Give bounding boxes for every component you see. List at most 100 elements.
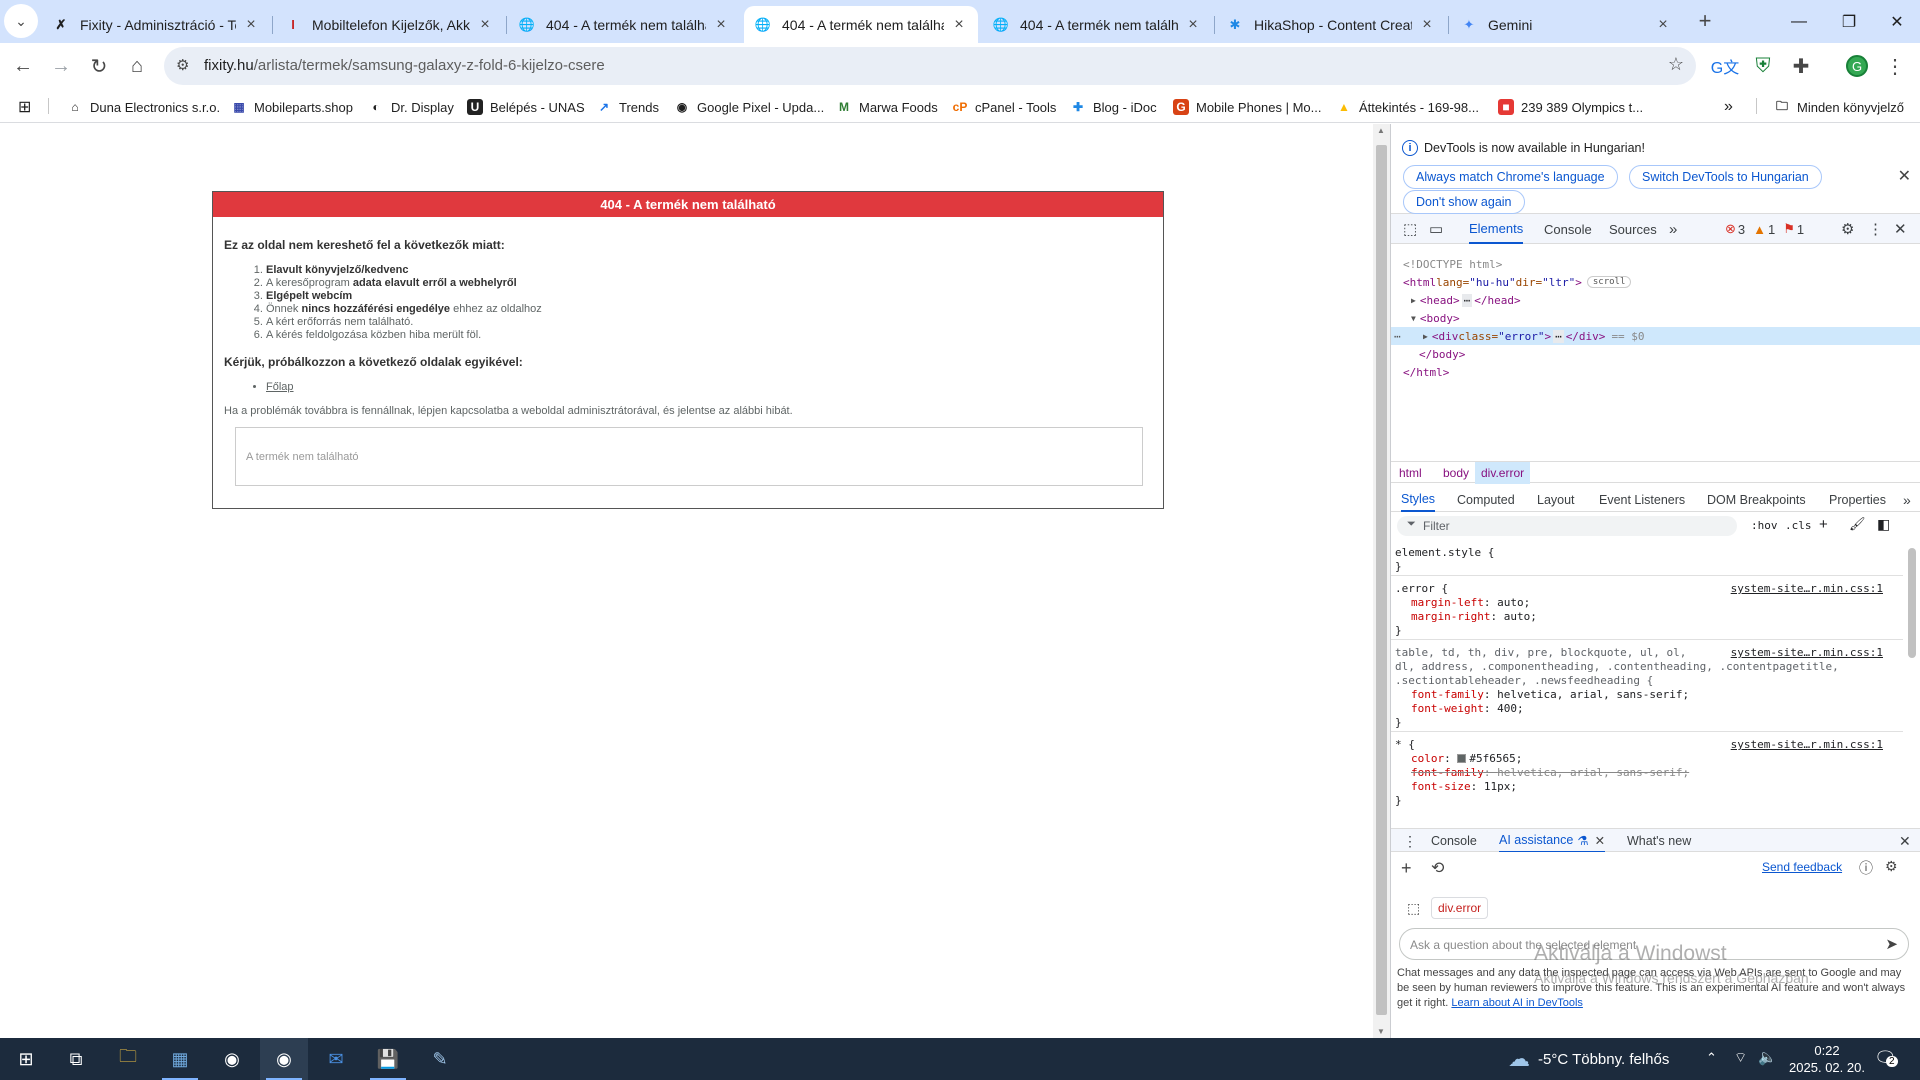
tab-404-active[interactable]: 🌐 404 - A termék nem található × — [744, 6, 978, 43]
help-icon[interactable]: ⓘ — [1859, 858, 1873, 878]
error-counter[interactable]: ⊗ 3 ▲ 1 ⚑ 1 — [1725, 214, 1804, 244]
new-tab-button[interactable]: + — [1688, 4, 1722, 38]
tab-computed[interactable]: Computed — [1457, 488, 1515, 512]
taskbar-file-explorer[interactable]: 🗀 — [104, 1038, 152, 1080]
bookmark-cpanel[interactable]: cP cPanel - Tools — [952, 97, 1057, 117]
breadcrumb-html[interactable]: html — [1393, 462, 1428, 484]
start-button[interactable]: ⊞ — [2, 1038, 50, 1080]
tab-404-a[interactable]: 🌐 404 - A termék nem található × — [508, 6, 740, 43]
bookmark-marwa[interactable]: M Marwa Foods — [836, 97, 938, 117]
kebab-menu-icon[interactable]: ⋮ — [1868, 214, 1883, 244]
translate-extension-button[interactable]: G文 — [1708, 49, 1742, 83]
tab-gemini[interactable]: ✦ Gemini × — [1450, 6, 1682, 43]
learn-ai-link[interactable]: Learn about AI in DevTools — [1451, 997, 1582, 1009]
shield-extension-button[interactable]: ⛨ — [1746, 49, 1780, 83]
rule-source-link[interactable]: system-site…r.min.css:1 — [1731, 646, 1883, 659]
paint-icon[interactable]: 🖌 — [1849, 516, 1866, 532]
rule-selector[interactable]: .sectiontableheader, .newsfeedheading { — [1395, 674, 1653, 687]
caret-right-icon[interactable]: ▶ — [1423, 332, 1428, 341]
more-bookmarks-button[interactable]: » — [1724, 97, 1733, 117]
taskbar-notepad[interactable]: ✎ — [416, 1038, 464, 1080]
scroll-up-icon[interactable]: ▲ — [1377, 126, 1385, 135]
bookmark-olympics[interactable]: ■ 239 389 Olympics t... — [1498, 97, 1643, 117]
bookmark-gsmarena[interactable]: G Mobile Phones | Mo... — [1173, 97, 1322, 117]
history-icon[interactable]: ⟲ — [1431, 858, 1444, 878]
profile-button[interactable]: G — [1840, 49, 1874, 83]
css-property[interactable]: margin-right: auto; — [1411, 610, 1537, 623]
tab-layout[interactable]: Layout — [1537, 488, 1575, 512]
gear-icon[interactable]: ⚙ — [1841, 214, 1854, 244]
speaker-icon[interactable]: 🔈 — [1758, 1048, 1777, 1066]
close-icon[interactable]: ✕ — [1894, 214, 1907, 244]
cls-toggle[interactable]: .cls — [1785, 519, 1812, 532]
menu-button[interactable]: ⋮ — [1878, 49, 1912, 83]
home-link[interactable]: Főlap — [266, 381, 294, 393]
bookmark-drdisplay[interactable]: ◐ Dr. Display — [368, 97, 453, 117]
css-property[interactable]: margin-left: auto; — [1411, 596, 1530, 609]
home-button[interactable]: ⌂ — [120, 49, 154, 83]
scrollbar-thumb[interactable] — [1908, 548, 1916, 658]
close-icon[interactable]: × — [476, 16, 494, 34]
tab-fixity[interactable]: ✗ Fixity - Adminisztráció - Term × — [42, 6, 270, 43]
styles-filter-input[interactable]: ⏷ Filter — [1397, 516, 1737, 536]
drawer-tab-whats-new[interactable]: What's new — [1627, 829, 1691, 853]
bookmark-google-pixel[interactable]: ◉ Google Pixel - Upda... — [674, 97, 824, 117]
close-icon[interactable]: × — [712, 16, 730, 34]
rule-selector[interactable]: table, td, th, div, pre, blockquote, ul,… — [1395, 646, 1686, 659]
window-close-button[interactable]: ✕ — [1874, 0, 1920, 43]
forward-button[interactable]: → — [44, 49, 78, 83]
clock[interactable]: 0:22 2025. 02. 20. — [1786, 1042, 1868, 1076]
close-icon[interactable]: × — [950, 16, 968, 34]
inspect-element-icon[interactable]: ⬚ — [1407, 900, 1420, 917]
close-icon[interactable]: ✕ — [1898, 166, 1911, 186]
drawer-tab-console[interactable]: Console — [1431, 829, 1477, 853]
tab-hikashop[interactable]: ✱ HikaShop - Content Creation × — [1216, 6, 1446, 43]
taskbar-chrome[interactable]: ◉ — [208, 1038, 256, 1080]
tab-properties[interactable]: Properties — [1829, 488, 1886, 512]
taskbar-calculator[interactable]: ▦ — [156, 1038, 204, 1080]
wifi-icon[interactable]: ⌔ — [1734, 1049, 1747, 1067]
tab-elements[interactable]: Elements — [1469, 214, 1524, 244]
dom-html-close[interactable]: </html> — [1391, 363, 1920, 381]
address-bar[interactable]: ⚙ fixity.hu/arlista/termek/samsung-galax… — [164, 47, 1696, 85]
more-tabs-icon[interactable]: » — [1903, 488, 1911, 512]
scrollbar-thumb[interactable] — [1376, 145, 1387, 1015]
device-toolbar-icon[interactable]: ▭ — [1429, 214, 1443, 244]
css-property[interactable]: color: #5f6565; — [1411, 752, 1522, 765]
dom-body-close[interactable]: </body> — [1391, 345, 1920, 363]
rule-selector[interactable]: .error { — [1395, 582, 1448, 595]
more-tabs-icon[interactable]: » — [1669, 214, 1677, 244]
css-property[interactable]: font-family: helvetica, arial, sans-seri… — [1411, 688, 1689, 701]
rule-source-link[interactable]: system-site…r.min.css:1 — [1731, 582, 1883, 595]
match-language-button[interactable]: Always match Chrome's language — [1403, 165, 1618, 189]
rule-selector[interactable]: dl, address, .componentheading, .content… — [1395, 660, 1839, 673]
caret-down-icon[interactable]: ▼ — [1411, 314, 1416, 323]
back-button[interactable]: ← — [6, 49, 40, 83]
dom-body[interactable]: ▼ <body> — [1391, 309, 1920, 327]
bookmark-duna[interactable]: ⌂ Duna Electronics s.r.o. — [67, 97, 220, 117]
close-icon[interactable]: ✕ — [1595, 833, 1605, 848]
breadcrumb-body[interactable]: body — [1437, 462, 1475, 484]
tab-event-listeners[interactable]: Event Listeners — [1599, 488, 1685, 512]
tab-styles[interactable]: Styles — [1401, 488, 1436, 512]
close-icon[interactable]: × — [1654, 16, 1672, 34]
bookmark-ads[interactable]: ▲ Áttekintés - 169-98... — [1336, 97, 1479, 117]
css-property-overridden[interactable]: font-family: helvetica, arial, sans-seri… — [1411, 766, 1689, 779]
context-chip[interactable]: div.error — [1431, 897, 1489, 919]
send-icon[interactable]: ➤ — [1885, 935, 1898, 953]
bookmark-unas[interactable]: U Belépés - UNAS — [467, 97, 585, 117]
star-icon[interactable]: ☆ — [1668, 54, 1684, 75]
close-icon[interactable]: × — [1184, 16, 1202, 34]
dont-show-again-button[interactable]: Don't show again — [1403, 190, 1525, 214]
breadcrumb-div-error[interactable]: div.error — [1475, 462, 1531, 484]
taskbar-save-app[interactable]: 💾 — [364, 1038, 412, 1080]
reload-button[interactable]: ↻ — [82, 49, 116, 83]
color-swatch[interactable] — [1457, 754, 1467, 763]
rule-selector[interactable]: element.style { — [1395, 546, 1494, 559]
hov-toggle[interactable]: :hov — [1751, 519, 1778, 532]
caret-right-icon[interactable]: ▶ — [1411, 296, 1416, 305]
close-icon[interactable]: × — [242, 16, 260, 34]
rule-selector[interactable]: * { — [1395, 738, 1415, 751]
css-property[interactable]: font-size: 11px; — [1411, 780, 1517, 793]
rule-source-link[interactable]: system-site…r.min.css:1 — [1731, 738, 1883, 751]
